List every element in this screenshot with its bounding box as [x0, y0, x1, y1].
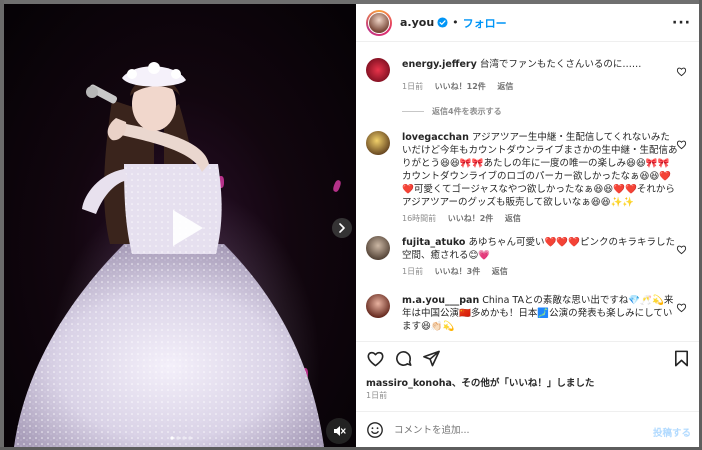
liker-username[interactable]: massiro_konoha	[366, 378, 452, 389]
reply-button[interactable]: 返信	[505, 214, 521, 223]
heart-icon[interactable]	[366, 349, 385, 368]
carousel-next-button[interactable]	[332, 218, 352, 238]
commenter-avatar[interactable]	[366, 131, 390, 155]
comment-meta: 1日前 いいね！3件 返信	[402, 266, 517, 277]
commenter-avatar[interactable]	[366, 294, 390, 318]
comment-item: fujita_atuko あゆちゃん可愛い❤️❤️❤️ピンクのキラキラした空間、…	[366, 236, 691, 282]
comment-composer: 投稿する	[356, 411, 699, 447]
comment-username[interactable]: m.a.you___pan	[402, 295, 479, 306]
commenter-avatar[interactable]	[366, 58, 390, 82]
comment-username[interactable]: fujita_atuko	[402, 237, 465, 248]
bookmark-icon[interactable]	[672, 349, 691, 368]
owner-username[interactable]: a.you	[400, 16, 434, 29]
comment-likes[interactable]: いいね！3件	[435, 267, 481, 276]
post-side-panel: a.you • フォロー ··· energy.jeffery 台湾でファンもた…	[356, 4, 699, 447]
heart-icon[interactable]	[676, 302, 687, 313]
more-icon[interactable]: ···	[672, 15, 691, 31]
comment-meta: 1日前 いいね！12件 返信	[402, 81, 522, 92]
heart-icon[interactable]	[676, 244, 687, 255]
play-icon[interactable]	[161, 204, 209, 252]
comment-likes[interactable]: いいね！2件	[448, 214, 494, 223]
divider-line	[402, 111, 424, 112]
comment-text: 台湾でファンもたくさんいるのに……	[479, 59, 642, 70]
post-media[interactable]	[4, 4, 356, 447]
comment-text: アジアツアー生中継・生配信してくれないみたいだけど今年もカウントダウンライブまさ…	[402, 132, 678, 208]
reply-button[interactable]: 返信	[497, 82, 513, 91]
comment-item: lovegacchan アジアツアー生中継・生配信してくれないみたいだけど今年も…	[366, 131, 691, 231]
chevron-right-icon	[339, 223, 345, 233]
comment-username[interactable]: lovegacchan	[402, 132, 469, 143]
comment-body: m.a.you___pan China TAとの素敵な思い出ですね💎🥂💫来年は中…	[402, 294, 678, 333]
comment-username[interactable]: energy.jeffery	[402, 59, 477, 70]
likes-summary: massiro_konoha、その他が「いいね！」しました	[366, 375, 594, 389]
comment-body: energy.jeffery 台湾でファンもたくさんいるのに……	[402, 58, 678, 71]
comment-body: fujita_atuko あゆちゃん可愛い❤️❤️❤️ピンクのキラキラした空間、…	[402, 236, 678, 262]
comment-meta: 16時間前 いいね！2件 返信	[402, 213, 530, 224]
comment-likes[interactable]: いいね！12件	[435, 82, 486, 91]
verified-badge-icon	[437, 17, 448, 28]
mute-button[interactable]	[326, 418, 352, 444]
comments-list[interactable]: energy.jeffery 台湾でファンもたくさんいるのに…… 1日前 いいね…	[356, 43, 699, 334]
view-replies-button[interactable]: 返信4件を表示する	[402, 106, 502, 117]
likes-summary-suffix[interactable]: 、その他が「いいね！」しました	[452, 378, 595, 389]
comment-time[interactable]: 1日前	[402, 82, 423, 91]
emoji-icon[interactable]	[366, 421, 384, 439]
separator: •	[452, 16, 459, 29]
reply-button[interactable]: 返信	[492, 267, 508, 276]
comment-item: m.a.you___pan China TAとの素敵な思い出ですね💎🥂💫来年は中…	[366, 294, 691, 334]
comment-body: lovegacchan アジアツアー生中継・生配信してくれないみたいだけど今年も…	[402, 131, 678, 209]
action-bar	[356, 341, 699, 369]
comment-input[interactable]	[394, 420, 634, 440]
comment-icon[interactable]	[394, 349, 413, 368]
post-header: a.you • フォロー ···	[356, 4, 699, 42]
heart-icon[interactable]	[676, 139, 687, 150]
commenter-avatar[interactable]	[366, 236, 390, 260]
post-date[interactable]: 1日前	[366, 390, 387, 401]
follow-button[interactable]: フォロー	[463, 15, 507, 31]
owner-avatar[interactable]	[366, 9, 392, 36]
share-icon[interactable]	[422, 349, 441, 368]
view-replies-label: 返信4件を表示する	[432, 107, 502, 116]
mute-icon	[334, 426, 346, 436]
heart-icon[interactable]	[676, 66, 687, 77]
comment-time[interactable]: 16時間前	[402, 214, 436, 223]
comment-time[interactable]: 1日前	[402, 267, 423, 276]
post-comment-button[interactable]: 投稿する	[653, 425, 691, 439]
